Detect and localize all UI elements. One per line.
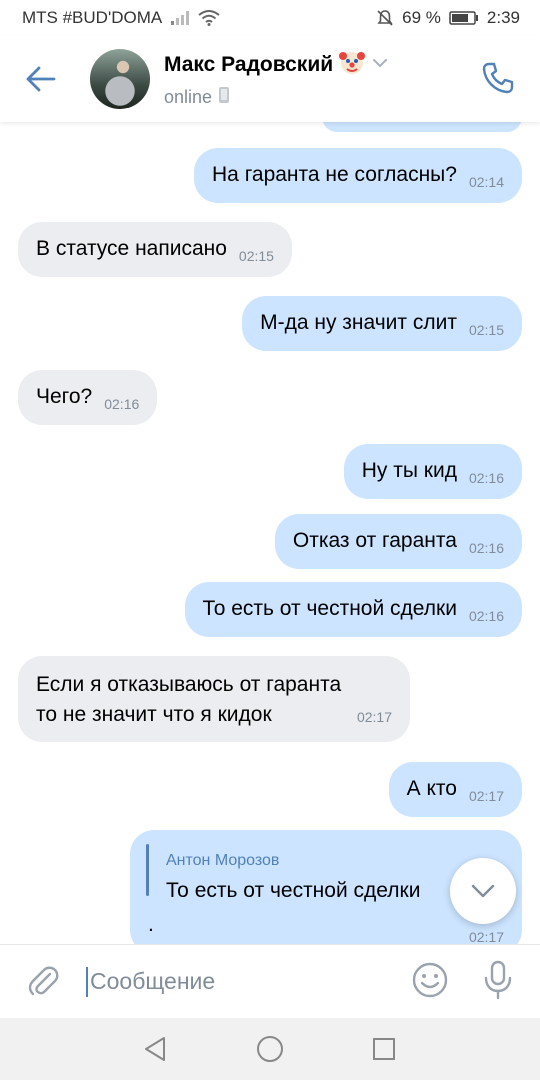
contact-info[interactable]: Макс Радовский online bbox=[164, 49, 389, 109]
clown-face-icon bbox=[339, 49, 366, 80]
chat-header: Макс Радовский online bbox=[0, 36, 540, 122]
message-text: Ну ты кид bbox=[361, 459, 457, 482]
battery-percent: 69 % bbox=[402, 8, 441, 27]
message-bubble[interactable]: М-да ну значит слит 02:15 bbox=[242, 296, 522, 351]
message-text: То есть от честной сделки bbox=[202, 597, 457, 620]
message-text: Отказ от гаранта bbox=[292, 529, 457, 552]
contact-status: online bbox=[164, 87, 213, 107]
message-bubble[interactable]: То есть от честной сделки 02:16 bbox=[184, 582, 522, 637]
message-text: На гаранта не согласны? bbox=[212, 163, 457, 186]
message-text: В статусе написано bbox=[36, 237, 227, 260]
reply-quote-bar bbox=[146, 844, 149, 896]
message-bubble[interactable]: Если я отказываюсь от гаранта то не знач… bbox=[18, 656, 410, 742]
message-text: М-да ну значит слит bbox=[260, 311, 457, 334]
scroll-to-bottom-button[interactable] bbox=[450, 858, 516, 924]
system-nav-bar bbox=[0, 1018, 540, 1080]
message-time: 02:16 bbox=[468, 608, 504, 624]
carrier-name: MTS #BUD'DOMA bbox=[22, 8, 163, 27]
message-text-line: то не значит что я кидок bbox=[36, 703, 272, 726]
message-time: 02:16 bbox=[468, 540, 504, 556]
message-composer bbox=[0, 944, 540, 1018]
message-bubble[interactable]: На гаранта не согласны? 02:14 bbox=[194, 148, 522, 203]
message-time: 02:16 bbox=[468, 470, 504, 486]
nav-recents-button[interactable] bbox=[367, 1032, 401, 1066]
chevron-down-icon bbox=[471, 884, 495, 898]
message-time: 02:17 bbox=[468, 929, 504, 944]
triangle-back-icon bbox=[145, 1037, 165, 1061]
chevron-down-icon[interactable] bbox=[371, 56, 389, 74]
status-bar: MTS #BUD'DOMA 69 % 2:39 bbox=[0, 0, 540, 36]
phone-icon bbox=[482, 62, 514, 94]
signal-icon bbox=[170, 10, 190, 26]
message-text: А кто bbox=[406, 777, 457, 800]
message-text: Чего? bbox=[36, 385, 93, 408]
message-time: 02:17 bbox=[356, 709, 392, 725]
message-time: 02:15 bbox=[238, 248, 274, 264]
nav-home-button[interactable] bbox=[253, 1032, 287, 1066]
wifi-icon bbox=[198, 10, 220, 26]
message-bubble[interactable]: Ну ты кид 02:16 bbox=[343, 444, 522, 499]
message-time: 02:15 bbox=[468, 322, 504, 338]
message-text-line: Если я отказываюсь от гаранта bbox=[36, 673, 342, 696]
microphone-icon bbox=[484, 960, 512, 1000]
message-time: 02:16 bbox=[104, 396, 140, 412]
contact-name: Макс Радовский bbox=[164, 52, 334, 76]
text-cursor bbox=[86, 966, 88, 997]
call-button[interactable] bbox=[478, 58, 518, 98]
message-list[interactable]: На гаранта не согласны? 02:14 В статусе н… bbox=[0, 122, 540, 944]
message-bubble[interactable]: Отказ от гаранта 02:16 bbox=[274, 514, 522, 569]
mute-bell-icon bbox=[376, 9, 394, 27]
smiley-icon bbox=[412, 962, 448, 998]
message-bubble[interactable]: Чего? 02:16 bbox=[18, 370, 158, 425]
attach-button[interactable] bbox=[22, 960, 66, 1004]
clock: 2:39 bbox=[486, 8, 520, 27]
back-button[interactable] bbox=[20, 58, 62, 100]
paperclip-icon bbox=[28, 966, 59, 995]
message-text: . bbox=[148, 913, 154, 936]
message-time: 02:14 bbox=[468, 174, 504, 190]
reply-author[interactable]: Антон Морозов bbox=[166, 846, 504, 876]
message-input[interactable] bbox=[90, 968, 370, 995]
message-input-wrapper bbox=[86, 960, 386, 1004]
back-arrow-icon bbox=[26, 66, 56, 92]
battery-icon bbox=[449, 10, 479, 26]
circle-home-icon bbox=[257, 1036, 283, 1062]
square-recents-icon bbox=[373, 1038, 395, 1060]
message-bubble[interactable]: В статусе написано 02:15 bbox=[18, 222, 292, 277]
avatar[interactable] bbox=[90, 49, 150, 109]
voice-message-button[interactable] bbox=[478, 958, 518, 1002]
message-bubble-partial[interactable] bbox=[322, 122, 522, 132]
message-time: 02:17 bbox=[468, 788, 504, 804]
emoji-button[interactable] bbox=[410, 960, 450, 1000]
nav-back-button[interactable] bbox=[138, 1032, 172, 1066]
mobile-icon bbox=[218, 86, 230, 109]
message-bubble[interactable]: А кто 02:17 bbox=[388, 762, 522, 817]
